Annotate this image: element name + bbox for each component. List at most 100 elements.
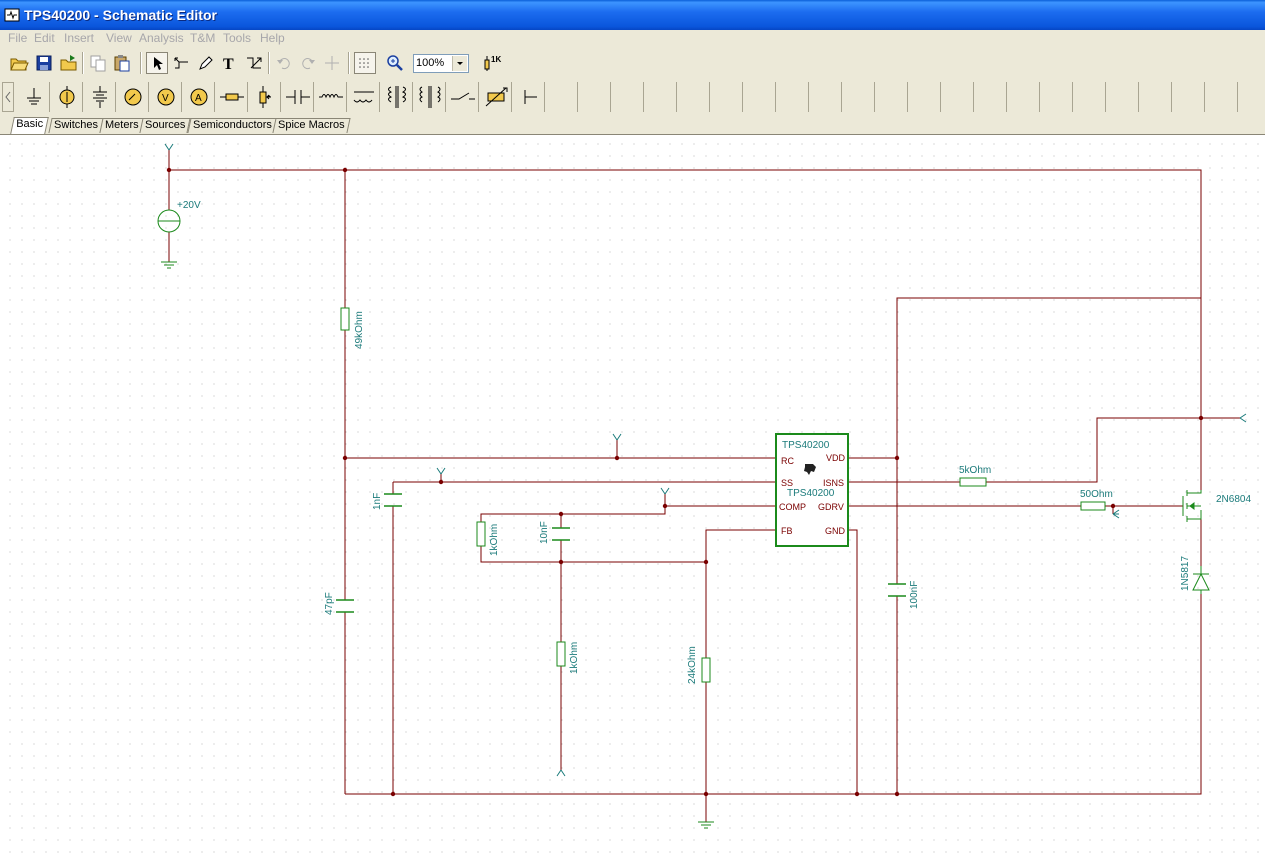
palette-resistor[interactable] xyxy=(216,82,248,112)
pin-comp: COMP xyxy=(779,502,806,512)
tab-label: Sources xyxy=(145,119,186,131)
label-mosfet: 2N6804 xyxy=(1216,494,1251,505)
menu-view[interactable]: View xyxy=(106,31,132,45)
save-icon[interactable] xyxy=(33,52,55,74)
label-diode: 1N5817 xyxy=(1180,556,1191,591)
menu-edit[interactable]: Edit xyxy=(34,31,55,45)
palette-transformer[interactable] xyxy=(348,82,380,112)
palette-ground[interactable] xyxy=(18,82,50,112)
current-source-icon xyxy=(51,86,83,115)
wires xyxy=(168,150,1240,822)
schematic-drawing: +20V TPS40200 TPS40200 RC SS COMP FB VDD… xyxy=(157,143,1251,829)
palette-empty-slot xyxy=(1173,82,1205,112)
menu-insert[interactable]: Insert xyxy=(64,31,94,45)
zoom-select[interactable]: 100% xyxy=(413,54,469,73)
grid-dots-icon[interactable] xyxy=(354,52,376,74)
switch-transformer-icon xyxy=(414,86,446,115)
palette-ammeter[interactable]: A xyxy=(183,82,215,112)
main-toolbar: T 1K xyxy=(0,48,1265,79)
undo-icon[interactable] xyxy=(273,52,295,74)
diode-icon xyxy=(1192,566,1210,594)
palette-terminal[interactable] xyxy=(513,82,545,112)
palette-voltmeter[interactable] xyxy=(117,82,149,112)
toolbar-separator xyxy=(348,52,350,74)
palette-battery[interactable] xyxy=(84,82,116,112)
palette-empty-slot xyxy=(645,82,677,112)
palette-switch-transformer[interactable] xyxy=(414,82,446,112)
tab-label: Semiconductors xyxy=(193,119,272,131)
pencil-icon[interactable] xyxy=(194,52,216,74)
menu-tm[interactable]: T&M xyxy=(190,31,215,45)
zoom-icon[interactable] xyxy=(384,52,406,74)
tab-label: Spice Macros xyxy=(278,119,345,131)
redo-icon[interactable] xyxy=(297,52,319,74)
text-icon[interactable]: T xyxy=(218,52,240,74)
pin-rc: RC xyxy=(781,456,794,466)
svg-text:V: V xyxy=(162,93,169,104)
delete-wire-icon[interactable] xyxy=(243,52,265,74)
variable-resistor-icon xyxy=(480,87,512,115)
palette-empty-slot xyxy=(579,82,611,112)
paste-icon[interactable] xyxy=(111,52,133,74)
palette-scroll-left[interactable] xyxy=(2,82,14,112)
potentiometer-icon xyxy=(249,86,281,115)
tab-semiconductors[interactable]: Semiconductors xyxy=(187,118,278,133)
copy-icon[interactable] xyxy=(87,52,109,74)
title-bar: TPS40200 - Schematic Editor xyxy=(0,0,1265,30)
app-icon xyxy=(4,8,20,22)
palette-variable-resistor[interactable] xyxy=(480,82,512,112)
tab-spice-macros[interactable]: Spice Macros xyxy=(272,118,351,133)
pin-vdd: VDD xyxy=(826,453,846,463)
select-arrow-icon[interactable] xyxy=(146,52,168,74)
palette-coupled-inductor[interactable] xyxy=(381,82,413,112)
palette-inductor[interactable] xyxy=(315,82,347,112)
menu-tools[interactable]: Tools xyxy=(223,31,251,45)
switch-icon xyxy=(447,92,479,115)
palette-empty-slot xyxy=(1008,82,1040,112)
component-properties-icon[interactable]: 1K xyxy=(480,52,502,74)
chevron-down-icon[interactable] xyxy=(452,56,467,71)
palette-voltage-meter[interactable]: V xyxy=(150,82,182,112)
palette-empty-slot xyxy=(612,82,644,112)
pin-gnd: GND xyxy=(825,526,846,536)
grid-snap-icon[interactable] xyxy=(321,52,343,74)
palette-empty-slot xyxy=(1206,82,1238,112)
palette-potentiometer[interactable] xyxy=(249,82,281,112)
terminal-icon xyxy=(513,90,545,115)
menu-help[interactable]: Help xyxy=(260,31,285,45)
inductor-icon xyxy=(315,94,347,115)
palette-capacitor[interactable] xyxy=(282,82,314,112)
svg-text:1K: 1K xyxy=(491,55,501,64)
coupled-inductor-icon xyxy=(381,86,413,115)
label-r-5k: 5kOhm xyxy=(959,465,991,476)
tab-meters[interactable]: Meters xyxy=(99,118,145,133)
schematic-canvas[interactable]: +20V TPS40200 TPS40200 RC SS COMP FB VDD… xyxy=(0,135,1265,855)
label-c-1n: 1nF xyxy=(372,493,383,510)
palette-empty-slot xyxy=(744,82,776,112)
tab-switches[interactable]: Switches xyxy=(48,118,104,133)
palette-empty-slot xyxy=(711,82,743,112)
svg-text:T: T xyxy=(223,56,234,73)
battery-icon xyxy=(84,86,116,115)
palette-empty-slot xyxy=(678,82,710,112)
open-folder-icon[interactable] xyxy=(8,52,30,74)
palette-switch[interactable] xyxy=(447,82,479,112)
palette-empty-slot xyxy=(1107,82,1139,112)
pin-ss: SS xyxy=(781,478,793,488)
resistor-icon xyxy=(340,307,1106,683)
menu-file[interactable]: File xyxy=(8,31,27,45)
voltage-meter-icon: V xyxy=(150,88,182,115)
capacitor-icon xyxy=(282,90,314,115)
label-r-49k: 49kOhm xyxy=(354,311,365,349)
voltmeter-icon xyxy=(117,88,149,115)
open-icon[interactable] xyxy=(58,52,80,74)
menu-analysis[interactable]: Analysis xyxy=(139,31,184,45)
tab-basic[interactable]: Basic xyxy=(10,117,49,134)
tab-sources[interactable]: Sources xyxy=(139,118,191,133)
component-tabs: Basic Switches Meters Sources Semiconduc… xyxy=(0,116,1265,135)
pin-isns: ISNS xyxy=(823,478,844,488)
ammeter-icon: A xyxy=(183,88,215,115)
tab-label: Switches xyxy=(54,119,99,131)
palette-current-source[interactable] xyxy=(51,82,83,112)
wire-icon[interactable] xyxy=(170,52,192,74)
